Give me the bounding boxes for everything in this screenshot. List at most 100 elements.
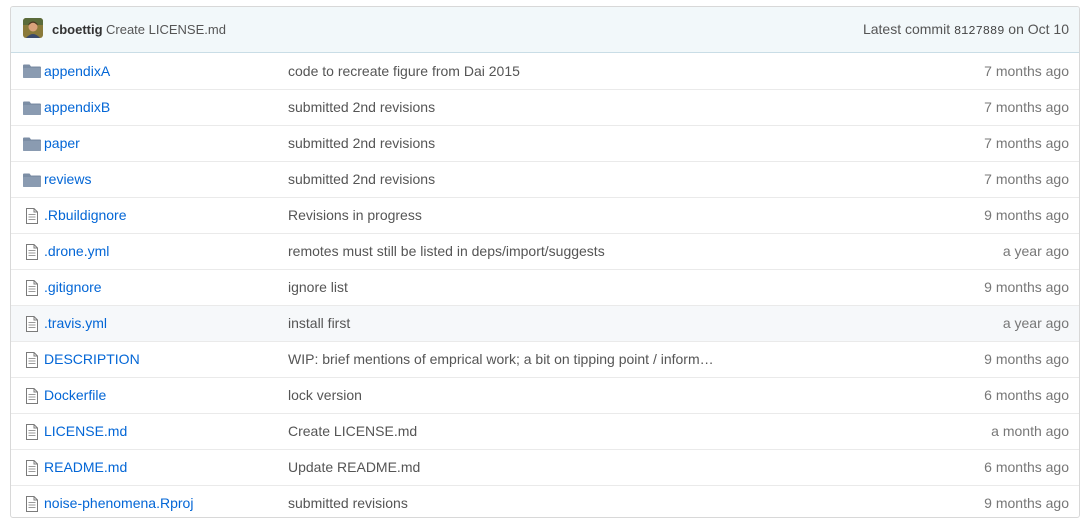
file-row[interactable]: .Rbuildignore Revisions in progress 9 mont… — [11, 196, 1079, 233]
file-name-link[interactable]: reviews — [44, 171, 91, 187]
commit-message-link[interactable]: install first — [288, 315, 350, 331]
name-cell: DESCRIPTION — [44, 340, 288, 377]
icon-cell — [11, 53, 44, 89]
icon-cell — [11, 160, 44, 197]
latest-commit-label: Latest commit — [862, 21, 951, 37]
commit-age: 9 months ago — [984, 279, 1069, 295]
file-row[interactable]: .gitignore ignore list 9 months ago — [11, 268, 1079, 305]
file-row[interactable]: noise-phenomena.Rproj submitted revisions… — [11, 484, 1079, 517]
file-row[interactable]: appendixB submitted 2nd revisions 7 months… — [11, 88, 1079, 125]
age-cell: 9 months ago — [888, 484, 1079, 517]
icon-cell — [11, 268, 44, 305]
commit-message-link[interactable]: submitted revisions — [288, 495, 408, 511]
message-cell: submitted 2nd revisions — [288, 124, 888, 161]
commit-message-link[interactable]: ignore list — [288, 279, 348, 295]
file-icon — [22, 350, 42, 368]
commit-message-link[interactable]: Update README.md — [288, 459, 420, 475]
age-cell: 9 months ago — [888, 268, 1079, 305]
message-cell: Revisions in progress — [288, 196, 888, 233]
folder-icon — [22, 170, 42, 187]
icon-cell — [11, 196, 44, 233]
icon-cell — [11, 232, 44, 269]
commit-age: 7 months ago — [984, 62, 1069, 79]
author-avatar[interactable] — [23, 18, 43, 38]
commit-message-link[interactable]: WIP: brief mentions of emprical work; a … — [288, 351, 714, 367]
commit-age: 9 months ago — [984, 495, 1069, 512]
commit-age: a year ago — [1002, 243, 1069, 259]
commit-message-link[interactable]: lock version — [288, 387, 362, 403]
file-icon — [22, 278, 42, 296]
file-name-link[interactable]: .drone.yml — [44, 243, 109, 259]
file-row[interactable]: LICENSE.md Create LICENSE.md a month ago — [11, 412, 1079, 449]
name-cell: .drone.yml — [44, 232, 288, 269]
message-cell: install first — [288, 304, 888, 341]
file-icon — [22, 314, 42, 332]
commit-message-link[interactable]: submitted 2nd revisions — [288, 99, 435, 115]
commit-age: 6 months ago — [984, 459, 1069, 475]
name-cell: .gitignore — [44, 268, 288, 305]
name-cell: Dockerfile — [44, 376, 288, 413]
message-cell: ignore list — [288, 268, 888, 305]
icon-cell — [11, 88, 44, 125]
file-row[interactable]: paper submitted 2nd revisions 7 months ago — [11, 124, 1079, 161]
age-cell: a month ago — [888, 412, 1079, 449]
message-cell: code to recreate figure from Dai 2015 — [288, 53, 888, 89]
message-cell: submitted revisions — [288, 484, 888, 517]
icon-cell — [11, 412, 44, 449]
commit-age: 6 months ago — [984, 387, 1069, 403]
age-cell: 9 months ago — [888, 196, 1079, 233]
commit-message-link[interactable]: remotes must still be listed in deps/imp… — [288, 243, 605, 259]
file-row[interactable]: .travis.yml install first a year ago — [11, 304, 1079, 341]
age-cell: 9 months ago — [888, 340, 1079, 377]
file-name-link[interactable]: .Rbuildignore — [44, 207, 127, 223]
commit-message-link[interactable]: submitted 2nd revisions — [288, 135, 435, 151]
commit-age: a year ago — [1002, 315, 1069, 331]
commit-message-link[interactable]: submitted 2nd revisions — [288, 171, 435, 187]
commit-message-link[interactable]: Create LICENSE.md — [288, 423, 417, 439]
age-cell: a year ago — [888, 304, 1079, 341]
file-name-link[interactable]: README.md — [44, 459, 127, 475]
commit-message-link[interactable]: code to recreate figure from Dai 2015 — [288, 63, 520, 79]
file-name-link[interactable]: .gitignore — [44, 279, 102, 295]
name-cell: reviews — [44, 160, 288, 197]
file-name-link[interactable]: Dockerfile — [44, 387, 106, 403]
file-icon — [22, 422, 42, 440]
commit-age: a month ago — [991, 423, 1069, 439]
file-name-link[interactable]: appendixA — [44, 63, 110, 79]
file-row[interactable]: reviews submitted 2nd revisions 7 months a… — [11, 160, 1079, 197]
file-name-link[interactable]: paper — [44, 135, 80, 151]
message-cell: WIP: brief mentions of emprical work; a … — [288, 340, 888, 377]
commit-sha-link[interactable]: 8127889 — [954, 24, 1004, 38]
message-cell: submitted 2nd revisions — [288, 88, 888, 125]
commit-author-link[interactable]: cboettig — [52, 22, 103, 37]
file-name-link[interactable]: appendixB — [44, 99, 110, 115]
icon-cell — [11, 304, 44, 341]
commit-age: 7 months ago — [984, 99, 1069, 115]
file-icon — [22, 386, 42, 404]
file-name-link[interactable]: DESCRIPTION — [44, 351, 140, 367]
name-cell: appendixB — [44, 88, 288, 125]
file-icon — [22, 458, 42, 476]
name-cell: paper — [44, 124, 288, 161]
file-row[interactable]: appendixA code to recreate figure from Da… — [11, 53, 1079, 89]
age-cell: 7 months ago — [888, 88, 1079, 125]
folder-icon — [22, 62, 42, 79]
name-cell: .travis.yml — [44, 304, 288, 341]
file-browser: cboettig Create LICENSE.md Latest commit… — [10, 6, 1080, 518]
file-name-link[interactable]: noise-phenomena.Rproj — [44, 495, 193, 511]
message-cell: lock version — [288, 376, 888, 413]
file-icon — [22, 206, 42, 224]
file-name-link[interactable]: LICENSE.md — [44, 423, 127, 439]
commit-message-link[interactable]: Create LICENSE.md — [106, 22, 226, 37]
file-row[interactable]: Dockerfile lock version 6 months ago — [11, 376, 1079, 413]
name-cell: .Rbuildignore — [44, 196, 288, 233]
name-cell: noise-phenomena.Rproj — [44, 484, 288, 517]
commit-age: 7 months ago — [984, 171, 1069, 187]
file-row[interactable]: README.md Update README.md 6 months ago — [11, 448, 1079, 485]
file-row[interactable]: DESCRIPTION WIP: brief mentions of empric… — [11, 340, 1079, 377]
age-cell: 7 months ago — [888, 53, 1079, 89]
file-name-link[interactable]: .travis.yml — [44, 315, 107, 331]
file-row[interactable]: .drone.yml remotes must still be listed i… — [11, 232, 1079, 269]
commit-message-link[interactable]: Revisions in progress — [288, 207, 422, 223]
name-cell: appendixA — [44, 53, 288, 89]
